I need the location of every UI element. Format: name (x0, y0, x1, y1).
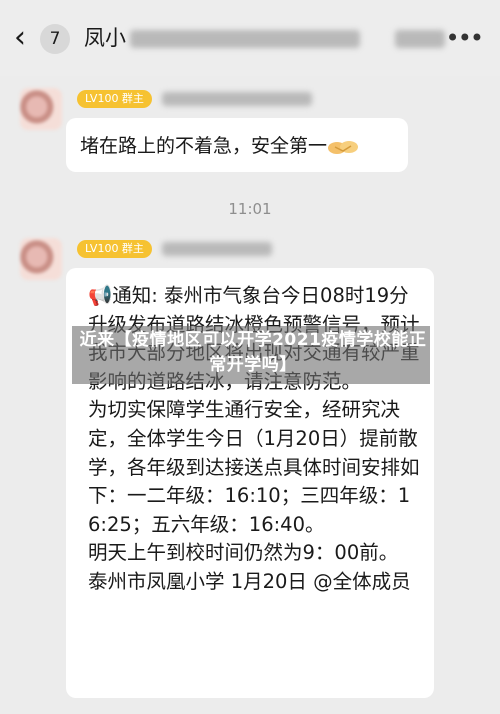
sender-avatar[interactable] (20, 238, 62, 280)
blurred-header-area (395, 30, 445, 48)
back-chevron-icon[interactable]: ‹ (14, 23, 38, 54)
chat-title: 凤小 (84, 26, 126, 50)
blurred-sender-name (162, 92, 312, 106)
time-divider: 11:01 (228, 200, 272, 218)
message-text-content: 堵在路上的不着急，安全第一 (80, 135, 328, 157)
handshake-emoji (328, 140, 359, 154)
more-dots-icon[interactable]: ••• (446, 26, 484, 50)
blurred-sender-name (162, 242, 272, 256)
chat-header: ‹ 7 凤小 ••• (0, 0, 500, 76)
message-text: 堵在路上的不着急，安全第一 (80, 132, 359, 160)
level-badge: LV100 群主 (77, 90, 152, 108)
unread-count-badge[interactable]: 7 (40, 24, 70, 54)
caption-text: 近来【疫情地区可以开学2021疫情学校能正常开学吗】 (79, 330, 427, 375)
blurred-title (130, 30, 360, 48)
level-badge: LV100 群主 (77, 240, 152, 258)
sender-avatar[interactable] (20, 88, 62, 130)
